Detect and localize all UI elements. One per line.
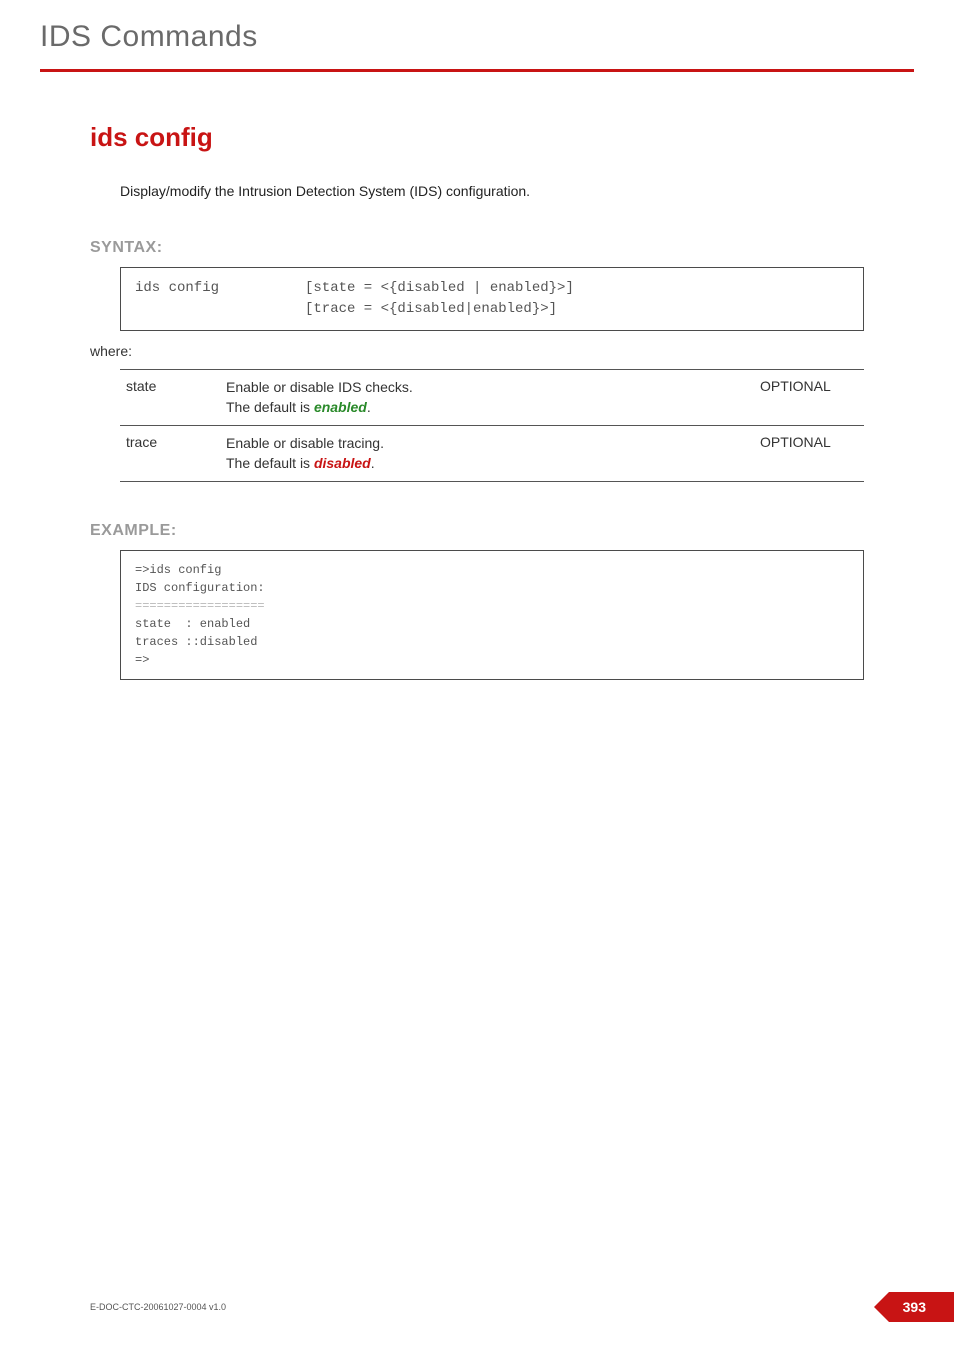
running-head: IDS Commands: [40, 20, 954, 69]
example-line: ==================: [135, 599, 265, 613]
syntax-label: SYNTAX:: [90, 239, 864, 257]
command-description: Display/modify the Intrusion Detection S…: [120, 183, 864, 199]
page-number-flag: 393: [874, 1292, 954, 1322]
parameter-table: stateEnable or disable IDS checks.The de…: [120, 369, 864, 482]
example-line: traces ::disabled: [135, 635, 257, 649]
page-number: 393: [889, 1292, 954, 1322]
param-description: Enable or disable IDS checks.The default…: [220, 370, 754, 426]
where-label: where:: [90, 343, 864, 359]
default-value: enabled: [314, 399, 367, 415]
example-line: =>: [135, 653, 149, 667]
flag-arrow: [874, 1292, 889, 1322]
param-description: Enable or disable tracing.The default is…: [220, 426, 754, 482]
page-title: ids config: [90, 122, 864, 153]
default-value: disabled: [314, 455, 371, 471]
doc-reference: E-DOC-CTC-20061027-0004 v1.0: [90, 1302, 226, 1312]
example-line: IDS configuration:: [135, 581, 265, 595]
param-requirement: OPTIONAL: [754, 370, 864, 426]
param-requirement: OPTIONAL: [754, 426, 864, 482]
table-row: stateEnable or disable IDS checks.The de…: [120, 370, 864, 426]
param-name: state: [120, 370, 220, 426]
example-label: EXAMPLE:: [90, 522, 864, 540]
param-name: trace: [120, 426, 220, 482]
syntax-command: ids config: [135, 278, 305, 320]
page-footer: E-DOC-CTC-20061027-0004 v1.0 393: [90, 1292, 954, 1322]
example-box: =>ids config IDS configuration: ========…: [120, 550, 864, 680]
syntax-arg-line: [trace = <{disabled|enabled}>]: [305, 299, 849, 320]
syntax-arg-line: [state = <{disabled | enabled}>]: [305, 278, 849, 299]
example-line: =>ids config: [135, 563, 221, 577]
syntax-box: ids config [state = <{disabled | enabled…: [120, 267, 864, 331]
example-line: state : enabled: [135, 617, 250, 631]
table-row: traceEnable or disable tracing.The defau…: [120, 426, 864, 482]
